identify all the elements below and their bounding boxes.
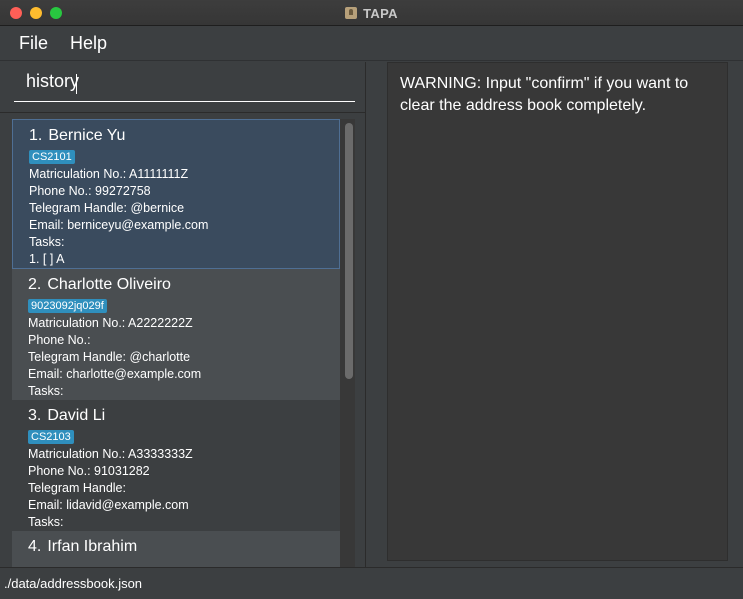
menu-help[interactable]: Help	[63, 29, 114, 58]
status-bar: ./data/addressbook.json	[0, 567, 743, 599]
left-pane: 1. Bernice Yu CS2101 Matriculation No.: A…	[0, 62, 365, 567]
app-window: TAPA File Help 1. Bernice Yu CS2101 Matri…	[0, 0, 743, 599]
person-name: Charlotte Oliveiro	[47, 276, 171, 293]
person-tasks-label: Tasks:	[29, 235, 65, 249]
person-telegram: Telegram Handle: @bernice	[29, 201, 185, 215]
result-display: WARNING: Input "confirm" if you want to …	[387, 62, 728, 561]
person-card[interactable]: 1. Bernice Yu CS2101 Matriculation No.: A…	[12, 119, 340, 269]
person-name: Irfan Ibrahim	[47, 538, 138, 555]
title-container: TAPA	[0, 0, 743, 26]
person-card[interactable]: 3. David Li CS2103 Matriculation No.: A33…	[12, 400, 340, 531]
person-matric: Matriculation No.: A2222222Z	[28, 316, 193, 330]
person-matric: Matriculation No.: A3333333Z	[28, 447, 193, 461]
person-name: Bernice Yu	[48, 127, 126, 144]
person-card[interactable]: 2. Charlotte Oliveiro 9023092jq029f Matri…	[12, 269, 340, 400]
person-phone: Phone No.: 99272758	[29, 184, 151, 198]
person-email: Email: lidavid@example.com	[28, 498, 189, 512]
person-tasks-label: Tasks:	[28, 515, 64, 529]
command-input[interactable]	[14, 62, 355, 102]
person-tag: 9023092jq029f	[28, 299, 107, 313]
person-tasks-label: Tasks:	[28, 384, 64, 398]
scrollbar-thumb[interactable]	[345, 123, 353, 379]
title-bar: TAPA	[0, 0, 743, 26]
person-name-row: 3. David Li	[28, 406, 340, 425]
person-card[interactable]: 4. Irfan Ibrahim	[12, 531, 340, 567]
person-index: 3.	[28, 407, 42, 424]
person-phone: Phone No.: 91031282	[28, 464, 150, 478]
window-title: TAPA	[363, 5, 398, 21]
command-box	[14, 62, 355, 103]
list-scrollbar[interactable]	[342, 119, 355, 567]
person-index: 4.	[28, 538, 42, 555]
person-email: Email: berniceyu@example.com	[29, 218, 209, 232]
person-phone: Phone No.:	[28, 333, 91, 347]
person-list[interactable]: 1. Bernice Yu CS2101 Matriculation No.: A…	[12, 119, 355, 567]
person-name-row: 2. Charlotte Oliveiro	[28, 275, 340, 294]
app-icon	[345, 7, 358, 19]
split-divider[interactable]	[365, 62, 375, 567]
person-name-row: 1. Bernice Yu	[29, 126, 339, 145]
text-caret	[76, 74, 77, 94]
person-matric: Matriculation No.: A1111111Z	[29, 167, 189, 181]
person-email: Email: charlotte@example.com	[28, 367, 202, 381]
person-task-item: 1. [ ] A	[29, 252, 65, 266]
person-telegram: Telegram Handle:	[28, 481, 126, 495]
save-file-path: ./data/addressbook.json	[4, 576, 143, 591]
person-index: 1.	[29, 127, 43, 144]
right-pane: WARNING: Input "confirm" if you want to …	[375, 62, 743, 567]
person-tag: CS2103	[28, 430, 74, 444]
pane-divider	[0, 112, 365, 113]
result-message: WARNING: Input "confirm" if you want to …	[400, 75, 689, 114]
person-name-row: 4. Irfan Ibrahim	[28, 537, 340, 556]
menu-file[interactable]: File	[12, 29, 55, 58]
person-index: 2.	[28, 276, 42, 293]
person-tag: CS2101	[29, 150, 75, 164]
person-name: David Li	[47, 407, 106, 424]
menu-bar: File Help	[0, 26, 743, 61]
person-telegram: Telegram Handle: @charlotte	[28, 350, 191, 364]
